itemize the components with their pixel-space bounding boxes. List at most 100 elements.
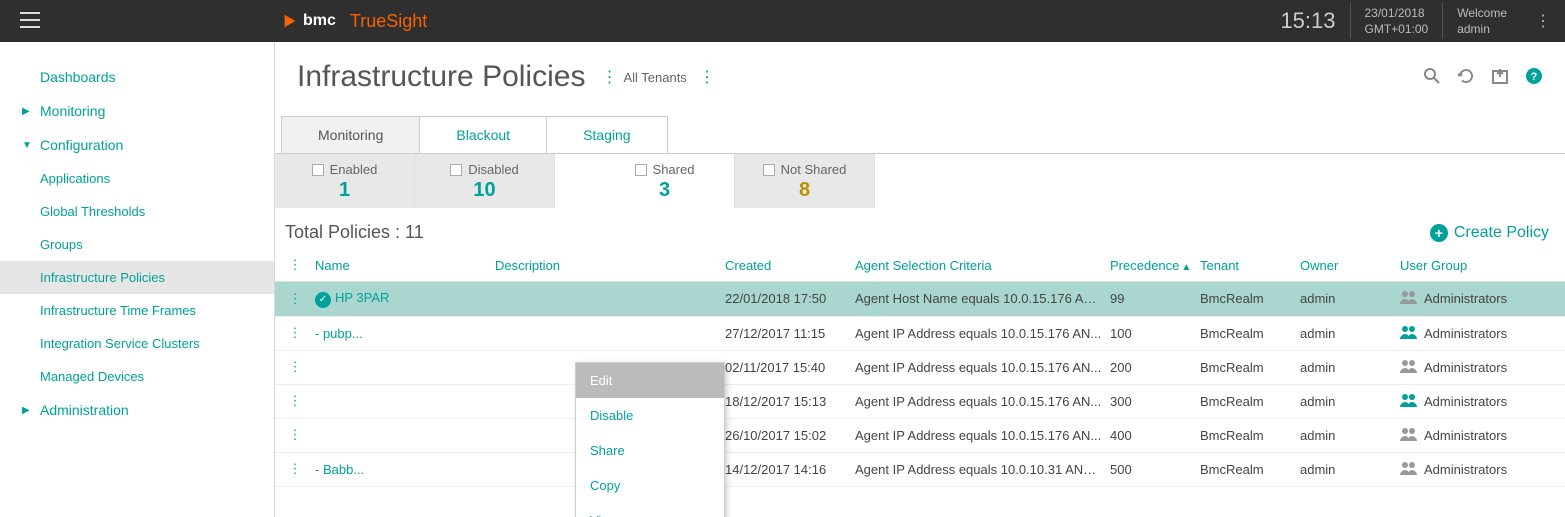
- table-row[interactable]: ⋮ 18/12/2017 15:13Agent IP Address equals…: [275, 385, 1565, 419]
- row-created: 18/12/2017 15:13: [725, 394, 855, 409]
- stat-disabled-label: Disabled: [468, 162, 519, 177]
- stat-enabled-label: Enabled: [330, 162, 378, 177]
- stat-disabled[interactable]: Disabled 10: [415, 154, 555, 208]
- nav-applications-label: Applications: [40, 171, 110, 186]
- header-actions-icon[interactable]: ⋮: [275, 257, 315, 273]
- top-right: 15:13 23/01/2018 GMT+01:00 Welcome admin…: [1280, 0, 1565, 42]
- user-name: admin: [1457, 21, 1507, 37]
- ctx-share[interactable]: Share: [576, 433, 724, 468]
- table-header: ⋮ Name Description Created Agent Selecti…: [275, 249, 1565, 282]
- export-icon[interactable]: [1491, 67, 1509, 88]
- row-actions-icon[interactable]: ⋮: [275, 291, 315, 307]
- usergroup-icon: [1400, 393, 1418, 410]
- checkbox-icon[interactable]: [312, 164, 324, 176]
- checkbox-icon[interactable]: [635, 164, 647, 176]
- row-tenant: BmcRealm: [1200, 291, 1300, 306]
- ctx-copy[interactable]: Copy: [576, 468, 724, 503]
- nav-groups[interactable]: Groups: [0, 228, 274, 261]
- nav-infra-policies-label: Infrastructure Policies: [40, 270, 165, 285]
- row-actions-icon[interactable]: ⋮: [275, 325, 315, 341]
- row-context-menu: Edit Disable Share Copy View View Applic…: [575, 362, 725, 517]
- col-name[interactable]: Name: [315, 258, 495, 273]
- col-description[interactable]: Description: [495, 258, 725, 273]
- hamburger-icon[interactable]: [20, 12, 40, 31]
- nav-infra-time-frames[interactable]: Infrastructure Time Frames: [0, 294, 274, 327]
- row-name-link[interactable]: ✓HP 3PAR: [315, 290, 495, 308]
- nav-managed-devices[interactable]: Managed Devices: [0, 360, 274, 393]
- tab-staging[interactable]: Staging: [546, 116, 667, 153]
- page-title: Infrastructure Policies: [297, 60, 585, 94]
- title-actions-icon[interactable]: ⋮: [595, 67, 623, 87]
- date-text: 23/01/2018: [1365, 5, 1429, 21]
- checkbox-icon[interactable]: [763, 164, 775, 176]
- refresh-icon[interactable]: [1457, 67, 1475, 88]
- table-row[interactable]: ⋮- pubp...27/12/2017 11:15Agent IP Addre…: [275, 317, 1565, 351]
- col-usergroup[interactable]: User Group: [1400, 258, 1565, 273]
- stat-not-shared-label: Not Shared: [781, 162, 847, 177]
- nav-global-thresholds[interactable]: Global Thresholds: [0, 195, 274, 228]
- col-owner[interactable]: Owner: [1300, 258, 1400, 273]
- row-actions-icon[interactable]: ⋮: [275, 461, 315, 477]
- nav-integration-clusters[interactable]: Integration Service Clusters: [0, 327, 274, 360]
- table-row[interactable]: ⋮- Babb...14/12/2017 14:16Agent IP Addre…: [275, 453, 1565, 487]
- col-agent[interactable]: Agent Selection Criteria: [855, 258, 1110, 273]
- row-tenant: BmcRealm: [1200, 326, 1300, 341]
- row-precedence: 400: [1110, 428, 1200, 443]
- checkbox-icon[interactable]: [450, 164, 462, 176]
- row-precedence: 100: [1110, 326, 1200, 341]
- nav-dashboards[interactable]: Dashboards: [0, 60, 274, 94]
- row-owner: admin: [1300, 360, 1400, 375]
- caret-down-icon: ▼: [22, 140, 34, 151]
- stat-disabled-value: 10: [415, 179, 554, 202]
- top-bar: bmc TrueSight 15:13 23/01/2018 GMT+01:00…: [0, 0, 1565, 42]
- brand-zone: bmc TrueSight: [281, 11, 427, 32]
- tab-blackout[interactable]: Blackout: [419, 116, 547, 153]
- stat-enabled[interactable]: Enabled 1: [275, 154, 415, 208]
- row-agent: Agent IP Address equals 10.0.15.176 AN..…: [855, 428, 1110, 443]
- tab-staging-label: Staging: [583, 127, 630, 143]
- row-name-link[interactable]: - pubp...: [315, 326, 495, 341]
- tz-text: GMT+01:00: [1365, 21, 1429, 37]
- tenant-actions-icon[interactable]: ⋮: [693, 67, 721, 87]
- stat-shared[interactable]: Shared 3: [595, 154, 735, 208]
- row-agent: Agent IP Address equals 10.0.15.176 AN..…: [855, 394, 1110, 409]
- col-precedence-label: Precedence: [1110, 258, 1179, 273]
- row-owner: admin: [1300, 462, 1400, 477]
- row-agent: Agent Host Name equals 10.0.15.176 AN...: [855, 291, 1110, 306]
- ctx-view[interactable]: View: [576, 503, 724, 517]
- search-icon[interactable]: [1423, 67, 1441, 88]
- help-icon[interactable]: ?: [1525, 67, 1543, 88]
- row-actions-icon[interactable]: ⋮: [275, 393, 315, 409]
- nav-configuration[interactable]: ▼Configuration: [0, 128, 274, 162]
- ctx-edit[interactable]: Edit: [576, 363, 724, 398]
- sidebar: Dashboards ▶Monitoring ▼Configuration Ap…: [0, 42, 275, 517]
- table-row[interactable]: ⋮✓HP 3PAR22/01/2018 17:50Agent Host Name…: [275, 282, 1565, 317]
- tab-monitoring[interactable]: Monitoring: [281, 116, 420, 153]
- row-name-link[interactable]: - Babb...: [315, 462, 495, 477]
- col-precedence[interactable]: Precedence▲: [1110, 258, 1200, 273]
- row-usergroup-label: Administrators: [1424, 462, 1507, 477]
- stat-shared-label: Shared: [653, 162, 695, 177]
- stat-gap: [555, 154, 595, 208]
- table-row[interactable]: ⋮02/11/2017 15:40Agent IP Address equals…: [275, 351, 1565, 385]
- col-tenant[interactable]: Tenant: [1200, 258, 1300, 273]
- nav-dashboards-label: Dashboards: [40, 69, 116, 85]
- create-policy-button[interactable]: + Create Policy: [1430, 224, 1555, 242]
- stat-not-shared[interactable]: Not Shared 8: [735, 154, 875, 208]
- col-created[interactable]: Created: [725, 258, 855, 273]
- row-actions-icon[interactable]: ⋮: [275, 359, 315, 375]
- ctx-disable[interactable]: Disable: [576, 398, 724, 433]
- row-agent: Agent IP Address equals 10.0.15.176 AN..…: [855, 360, 1110, 375]
- row-owner: admin: [1300, 394, 1400, 409]
- top-menu-icon[interactable]: ⋮: [1521, 11, 1565, 31]
- nav-administration[interactable]: ▶Administration: [0, 393, 274, 427]
- row-precedence: 200: [1110, 360, 1200, 375]
- row-actions-icon[interactable]: ⋮: [275, 427, 315, 443]
- table-row[interactable]: ⋮26/10/2017 15:02Agent IP Address equals…: [275, 419, 1565, 453]
- nav-infra-policies[interactable]: Infrastructure Policies: [0, 261, 274, 294]
- nav-applications[interactable]: Applications: [0, 162, 274, 195]
- nav-monitoring[interactable]: ▶Monitoring: [0, 94, 274, 128]
- row-tenant: BmcRealm: [1200, 428, 1300, 443]
- plus-icon: +: [1430, 224, 1448, 242]
- nav-administration-label: Administration: [40, 402, 129, 418]
